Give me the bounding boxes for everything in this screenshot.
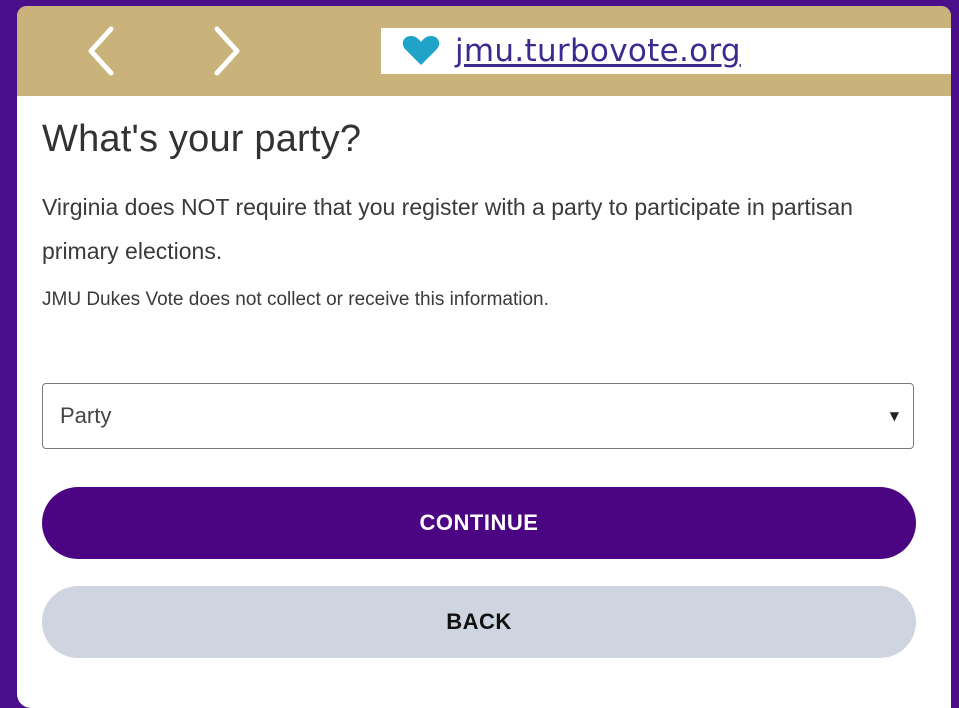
back-nav-button[interactable] bbox=[79, 20, 123, 82]
phone-screen: jmu.turbovote.org What's your party? Vir… bbox=[17, 6, 951, 708]
back-button[interactable]: BACK bbox=[42, 586, 916, 658]
chevron-left-icon bbox=[88, 26, 114, 76]
url-link[interactable]: jmu.turbovote.org bbox=[455, 33, 741, 69]
party-requirement-text: Virginia does NOT require that you regis… bbox=[42, 194, 853, 264]
main-content: What's your party? Virginia does NOT req… bbox=[42, 96, 916, 658]
browser-toolbar: jmu.turbovote.org bbox=[17, 6, 951, 96]
party-select[interactable]: Party ▼ bbox=[42, 383, 914, 449]
party-select-value: Party bbox=[60, 403, 112, 428]
continue-button[interactable]: CONTINUE bbox=[42, 487, 916, 559]
chevron-right-icon bbox=[214, 26, 240, 76]
privacy-note: JMU Dukes Vote does not collect or recei… bbox=[42, 289, 549, 310]
forward-nav-button[interactable] bbox=[205, 20, 249, 82]
caret-down-icon: ▼ bbox=[889, 409, 899, 423]
address-bar[interactable]: jmu.turbovote.org bbox=[381, 28, 951, 74]
heart-icon bbox=[401, 35, 441, 67]
page-title: What's your party? bbox=[42, 118, 362, 160]
